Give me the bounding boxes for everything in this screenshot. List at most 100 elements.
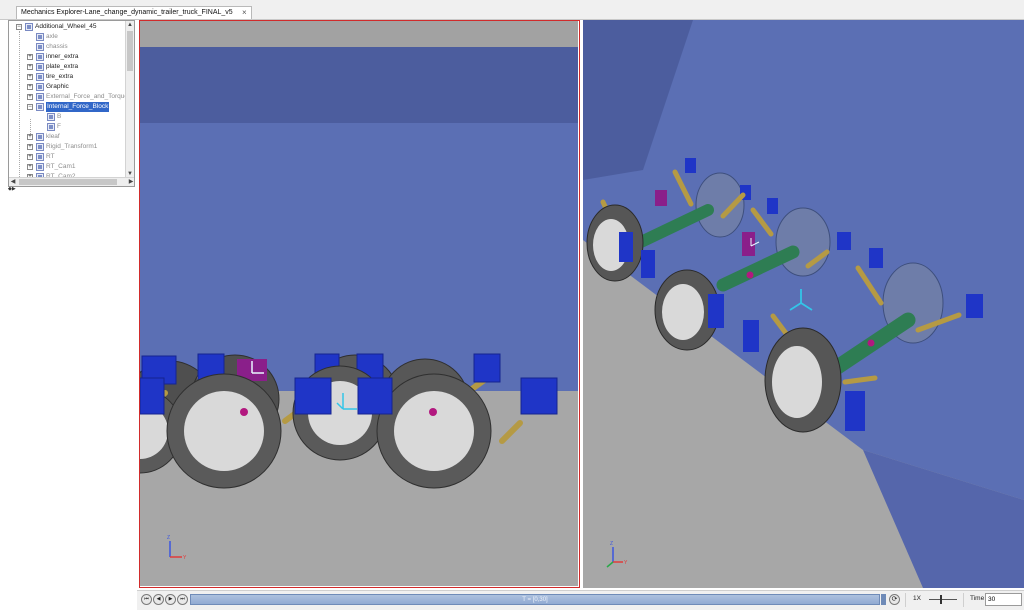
tree-item[interactable]: + Graphic (9, 82, 125, 92)
wall-upper-band (140, 47, 578, 123)
plate-back-5 (869, 248, 883, 268)
subsystem-icon (25, 23, 33, 31)
collapse-icon[interactable]: − (16, 24, 22, 30)
step-forward-button[interactable]: ⏭ (177, 594, 188, 605)
plate-front-4 (520, 377, 558, 415)
tree-item-label: F (57, 123, 61, 130)
timeline-slider[interactable]: T = [0,30] (190, 594, 880, 605)
tree-item[interactable]: + plate_extra (9, 62, 125, 72)
tree-item[interactable]: + Rigid_Transform1 (9, 142, 125, 152)
viewport-area: Z Y Z Y (137, 20, 1024, 590)
internal-force-marker-plate (742, 232, 755, 256)
expand-icon[interactable]: + (27, 144, 33, 150)
hub-front-2 (662, 284, 704, 340)
tree-item-label: RT (46, 153, 55, 160)
axis-z-label: Z (167, 535, 170, 541)
plate-front-3 (357, 377, 393, 415)
tree-item[interactable]: − Additional_Wheel_45 (9, 22, 125, 32)
tree-item-label: Rigid_Transform1 (46, 143, 98, 150)
tree-item[interactable]: + RT_Cam1 (9, 162, 125, 172)
play-button[interactable]: ▶ (165, 594, 176, 605)
tree-item[interactable]: + tire_extra (9, 72, 125, 82)
tree-item[interactable]: F (9, 122, 125, 132)
scroll-left-icon[interactable]: ◀ (9, 178, 17, 186)
expand-icon[interactable]: + (27, 74, 33, 80)
scroll-up-icon[interactable]: ▲ (126, 21, 134, 29)
mass-marker-1 (746, 271, 754, 279)
timeline-end-handle[interactable] (881, 594, 886, 605)
hub-front-3 (772, 346, 822, 418)
tree-item-label: Graphic (46, 83, 69, 90)
close-icon[interactable]: × (242, 7, 247, 19)
speed-thumb[interactable] (940, 595, 942, 604)
collapse-icon[interactable]: − (27, 104, 33, 110)
speed-track (929, 599, 957, 600)
force-icon (36, 93, 44, 101)
tree-item-label: inner_extra (46, 53, 79, 60)
expand-icon[interactable]: + (27, 164, 33, 170)
playback-toolbar: ⏮ ◀ ▶ ⏭ T = [0,30] ⟳ 1X Time (137, 590, 1024, 610)
frame-icon (36, 43, 44, 51)
plate-back-4 (837, 232, 851, 250)
tree-vertical-scrollbar[interactable]: ▲ ▼ (125, 21, 134, 178)
expand-icon[interactable]: + (27, 134, 33, 140)
tree-item[interactable]: + RT (9, 152, 125, 162)
joint-icon (36, 133, 44, 141)
perspective-view-scene[interactable]: Z Y (583, 20, 1024, 588)
document-tab-strip: Mechanics Explorer-Lane_change_dynamic_t… (0, 0, 1024, 20)
tree-item-label: Additional_Wheel_45 (35, 23, 97, 30)
marker-plate-back (655, 190, 667, 206)
skip-to-start-button[interactable]: ⏮ (141, 594, 152, 605)
tree-resize-handle-icon[interactable]: ◆▶ (8, 186, 20, 192)
frame-icon (47, 113, 55, 121)
tree-item[interactable]: + kleaf (9, 132, 125, 142)
tree-item-label: plate_extra (46, 63, 79, 70)
plate-rear-5 (473, 353, 501, 383)
expand-icon[interactable]: + (27, 84, 33, 90)
plate-front-3 (708, 294, 724, 328)
graphic-icon (36, 83, 44, 91)
time-label: Time (970, 595, 985, 602)
hub-front-1 (184, 391, 264, 471)
frame-icon (47, 123, 55, 131)
plate-front-2 (294, 377, 332, 415)
tree-item[interactable]: chassis (9, 42, 125, 52)
front-view-scene[interactable]: Z Y (140, 21, 578, 586)
solid-icon (36, 53, 44, 61)
tree-item[interactable]: − Internal_Force_Block (9, 102, 125, 112)
solid-icon (36, 73, 44, 81)
transform-icon (36, 163, 44, 171)
wall-panel (140, 123, 578, 391)
tree-item[interactable]: + External_Force_and_Torque (9, 92, 128, 102)
document-tab[interactable]: Mechanics Explorer-Lane_change_dynamic_t… (16, 6, 252, 19)
plate-front-2 (641, 250, 655, 278)
perspective-viewport[interactable]: Z Y (583, 20, 1024, 588)
toolbar-separator (963, 593, 964, 607)
tree-vertical-scroll-thumb[interactable] (127, 31, 133, 71)
tree-guide-line (19, 31, 20, 181)
speed-slider[interactable] (929, 594, 957, 606)
plate-back-3 (767, 198, 778, 214)
time-field[interactable] (985, 593, 1022, 606)
tree-horizontal-scroll-thumb[interactable] (19, 179, 117, 185)
tree-item-label: axle (46, 33, 58, 40)
expand-icon[interactable]: + (27, 64, 33, 70)
expand-icon[interactable]: + (27, 54, 33, 60)
mass-marker-2 (429, 408, 437, 416)
tree-item-label: chassis (46, 43, 68, 50)
plate-front-1 (140, 377, 165, 415)
tree-item[interactable]: B (9, 112, 125, 122)
model-tree-panel[interactable]: − Additional_Wheel_45axle chassis + inner_ex… (8, 20, 135, 187)
tree-item[interactable]: + inner_extra (9, 52, 125, 62)
loop-icon[interactable]: ⟳ (889, 594, 900, 605)
expand-icon[interactable]: + (27, 94, 33, 100)
transform-icon (36, 143, 44, 151)
scroll-right-icon[interactable]: ▶ (127, 178, 134, 186)
tree-item-label: RT_Cam1 (46, 163, 76, 170)
front-viewport[interactable]: Z Y (139, 20, 580, 588)
tree-horizontal-scrollbar[interactable]: ◀ ▶ (9, 177, 134, 186)
tree-item[interactable]: axle (9, 32, 125, 42)
step-back-button[interactable]: ◀ (153, 594, 164, 605)
axis-z-label: Z (610, 541, 613, 547)
expand-icon[interactable]: + (27, 154, 33, 160)
